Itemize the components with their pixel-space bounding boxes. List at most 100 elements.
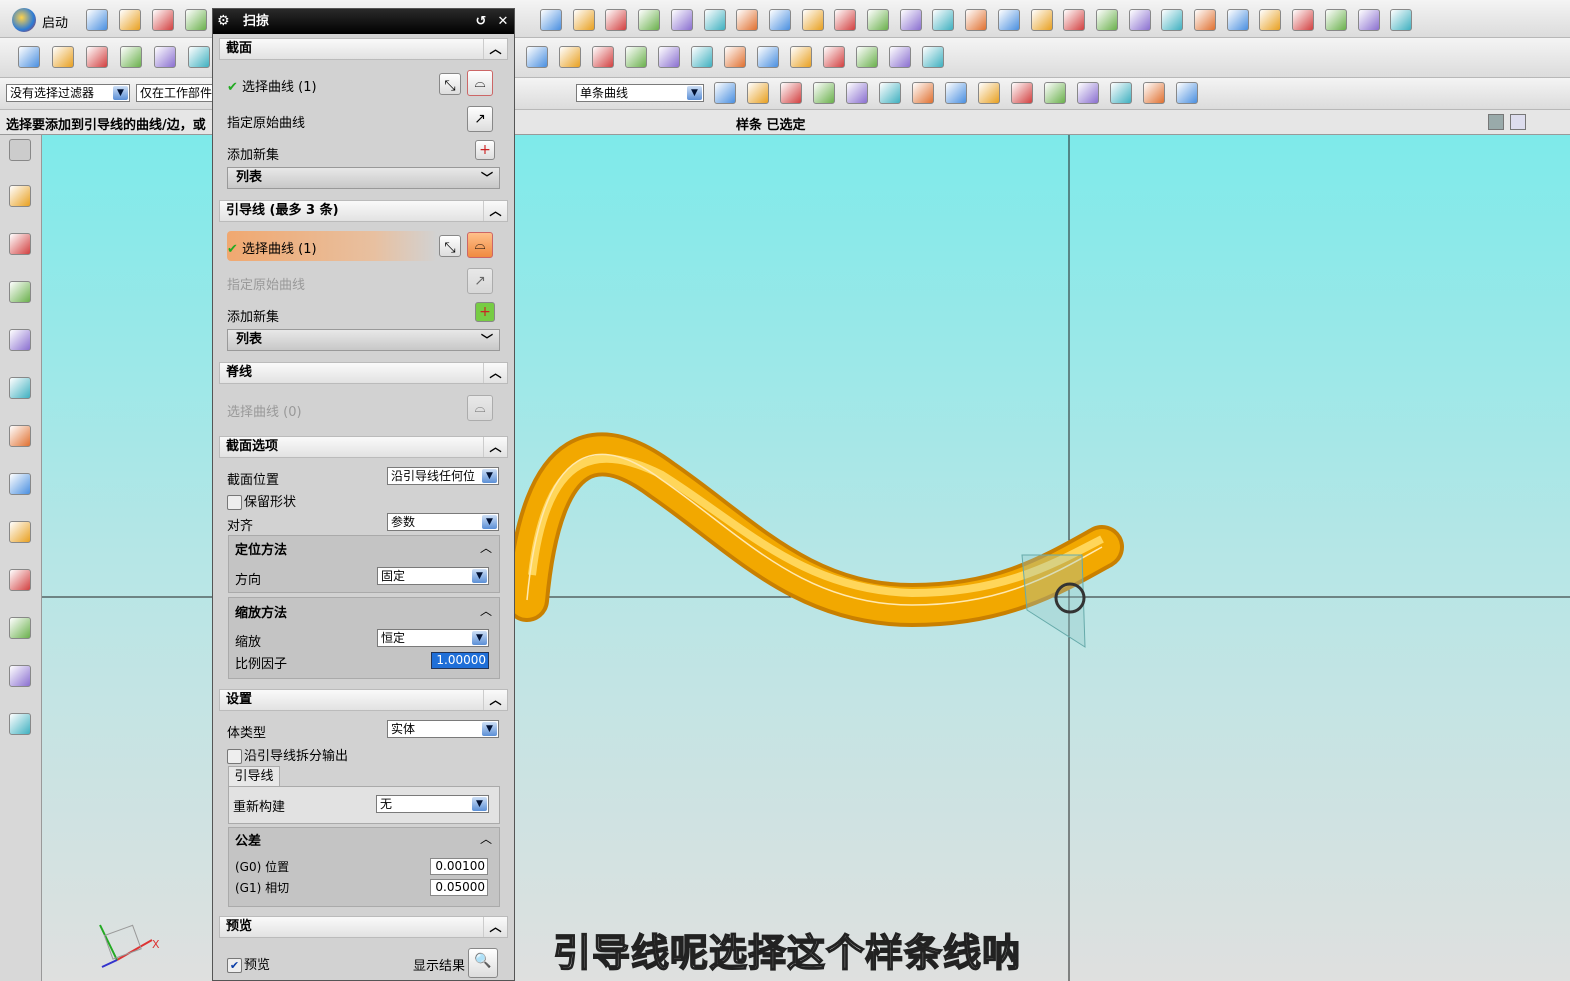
system-materials-icon[interactable]	[9, 713, 31, 735]
analysis-icon[interactable]	[922, 46, 944, 68]
face-icon[interactable]	[1143, 82, 1165, 104]
orientation-header[interactable]: 定位方法	[235, 539, 287, 558]
section-options-header[interactable]: 截面选项 ︿	[219, 436, 508, 458]
snap-icon[interactable]	[889, 46, 911, 68]
open-folder-icon[interactable]	[119, 9, 141, 31]
line-icon[interactable]	[801, 9, 824, 31]
start-globe-icon[interactable]	[12, 8, 36, 32]
intersect-icon[interactable]	[691, 46, 713, 68]
pad-icon[interactable]	[154, 46, 176, 68]
sketch-icon[interactable]	[736, 9, 759, 31]
background-icon[interactable]	[638, 9, 661, 31]
section-select-curve[interactable]: ✔ 选择曲线 (1)	[227, 76, 317, 95]
preview-checkbox[interactable]: ✔ 预览	[227, 954, 270, 973]
cylinder-icon[interactable]	[1226, 9, 1249, 31]
scale-dropdown[interactable]: 恒定 ▼	[377, 629, 489, 647]
dimension-icon[interactable]	[856, 46, 878, 68]
clock-icon[interactable]	[9, 473, 31, 495]
preserve-shape-checkbox[interactable]: 保留形状	[227, 491, 296, 510]
g0-tolerance-input[interactable]: 0.00100	[430, 858, 488, 875]
web-browser-icon[interactable]	[9, 425, 31, 447]
direction-dropdown[interactable]: 固定 ▼	[377, 567, 489, 585]
roles-icon[interactable]	[9, 665, 31, 687]
palette-icon[interactable]	[9, 521, 31, 543]
rebuild-dropdown[interactable]: 无 ▼	[376, 795, 489, 813]
measure-icon[interactable]	[823, 46, 845, 68]
show-result-magnifier-icon[interactable]: 🔍	[468, 948, 498, 978]
new-file-icon[interactable]	[86, 9, 108, 31]
end-point-icon[interactable]	[846, 82, 868, 104]
reverse-direction-button[interactable]: ⤡	[439, 73, 461, 95]
snap-point-icon[interactable]	[813, 82, 835, 104]
extrude-icon[interactable]	[52, 46, 74, 68]
quadrant-icon[interactable]	[978, 82, 1000, 104]
rotate-icon[interactable]	[703, 9, 726, 31]
control-point-icon[interactable]	[912, 82, 934, 104]
type-filter-dropdown[interactable]: 没有选择过滤器 ▼	[6, 84, 130, 102]
arc-icon[interactable]	[834, 9, 857, 31]
add-new-set-button[interactable]: +	[475, 302, 495, 322]
collapse-icon[interactable]: ︿	[483, 690, 507, 710]
spine-select-curve[interactable]: 选择曲线 (0)	[227, 401, 302, 420]
cube-view-icon[interactable]	[605, 9, 628, 31]
block-icon[interactable]	[1390, 9, 1413, 31]
curve-selector-button[interactable]: ⌓	[467, 232, 493, 258]
revolve-icon[interactable]	[86, 46, 108, 68]
pattern-icon[interactable]	[899, 9, 922, 31]
tab-guide[interactable]: 引导线	[228, 766, 280, 787]
stop-at-intersection-icon[interactable]	[714, 82, 736, 104]
render-style-icon[interactable]	[572, 9, 595, 31]
point-on-curve-icon[interactable]	[1077, 82, 1099, 104]
fit-view-icon[interactable]	[540, 9, 562, 31]
collapse-icon[interactable]: ︿	[480, 830, 492, 847]
mid-point-icon[interactable]	[879, 82, 901, 104]
box-icon[interactable]	[1357, 9, 1380, 31]
grid-select-icon[interactable]	[1176, 82, 1198, 104]
section-header[interactable]: 截面 ︿	[219, 38, 508, 60]
reset-icon[interactable]: ↺	[471, 9, 491, 34]
ribbon-icon[interactable]	[526, 46, 548, 68]
align-dropdown[interactable]: 参数 ▼	[387, 513, 499, 531]
origin-curve-button[interactable]: ↗	[467, 106, 493, 132]
checkbox-checked-icon[interactable]: ✔	[227, 958, 242, 973]
constraints-icon[interactable]	[9, 233, 31, 255]
edge-icon[interactable]	[757, 46, 779, 68]
collapse-icon[interactable]: ︿	[483, 39, 507, 59]
split-output-checkbox[interactable]: 沿引导线拆分输出	[227, 745, 348, 764]
curve-selector-button[interactable]: ⌓	[467, 395, 493, 421]
preview-header[interactable]: 预览 ︿	[219, 916, 508, 938]
reuse-library-icon[interactable]	[9, 329, 31, 351]
scale-factor-input[interactable]: 1.00000	[431, 652, 489, 669]
mesh-icon[interactable]	[1095, 9, 1118, 31]
arrow-right-icon[interactable]	[780, 82, 802, 104]
guide-header[interactable]: 引导线 (最多 3 条) ︿	[219, 200, 508, 222]
tangent-icon[interactable]	[1044, 82, 1066, 104]
process-icon[interactable]	[9, 569, 31, 591]
follow-fillet-icon[interactable]	[747, 82, 769, 104]
cut-icon[interactable]	[185, 9, 207, 31]
section-position-dropdown[interactable]: 沿引导线任何位 ▼	[387, 467, 499, 485]
restore-icon[interactable]	[1488, 114, 1504, 130]
scaling-header[interactable]: 缩放方法	[235, 602, 287, 621]
shell-icon[interactable]	[559, 46, 581, 68]
collapse-icon[interactable]: ︿	[483, 437, 507, 457]
settings-header[interactable]: 设置 ︿	[219, 689, 508, 711]
spline-icon[interactable]	[1259, 9, 1282, 31]
origin-curve-button[interactable]: ↗	[467, 268, 493, 294]
checkbox-icon[interactable]	[227, 749, 242, 764]
guide-list-toggle[interactable]: 列表 ﹀	[227, 329, 500, 351]
intersection-icon[interactable]	[945, 82, 967, 104]
part-navigator-icon[interactable]	[9, 281, 31, 303]
tools-icon[interactable]	[9, 617, 31, 639]
close-icon[interactable]: ✕	[493, 9, 513, 34]
reverse-direction-button[interactable]: ⤡	[439, 235, 461, 257]
feature-icon[interactable]	[724, 46, 746, 68]
history-icon[interactable]	[9, 377, 31, 399]
collapse-icon[interactable]: ︿	[480, 539, 492, 556]
sweep-icon[interactable]	[1128, 9, 1151, 31]
offset-icon[interactable]	[932, 9, 955, 31]
csys-icon[interactable]	[1292, 9, 1315, 31]
assembly-navigator-icon[interactable]	[9, 185, 31, 207]
collapse-icon[interactable]: ︿	[480, 602, 492, 619]
gear-icon[interactable]: ⚙	[217, 9, 235, 34]
